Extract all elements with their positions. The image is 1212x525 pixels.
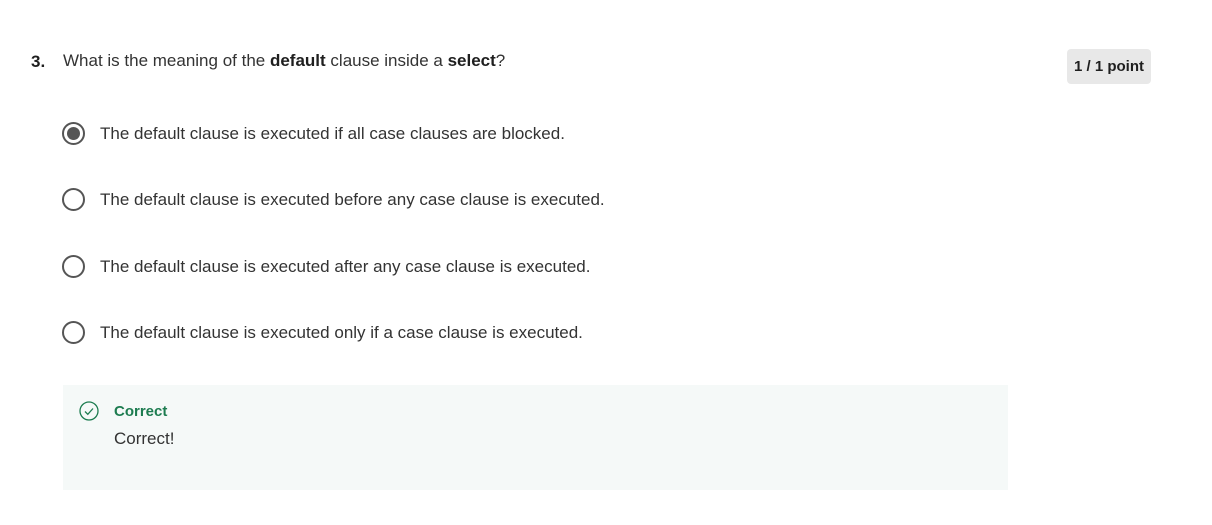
option-label: The default clause is executed only if a…: [100, 322, 583, 342]
option-2[interactable]: The default clause is executed before an…: [62, 188, 605, 211]
option-label: The default clause is executed before an…: [100, 189, 605, 209]
question-number: 3.: [31, 52, 46, 71]
question-text: What is the meaning of the default claus…: [63, 51, 506, 70]
feedback-title: Correct: [114, 403, 168, 420]
feedback-panel: Correct Correct!: [63, 385, 1008, 490]
radio-icon[interactable]: [62, 255, 85, 278]
option-label: The default clause is executed if all ca…: [100, 123, 565, 143]
option-label: The default clause is executed after any…: [100, 256, 591, 276]
radio-selected-icon[interactable]: [62, 122, 85, 145]
option-3[interactable]: The default clause is executed after any…: [62, 255, 590, 278]
check-circle-icon: [79, 401, 99, 421]
radio-icon[interactable]: [62, 321, 85, 344]
option-4[interactable]: The default clause is executed only if a…: [62, 321, 583, 344]
score-badge: 1 / 1 point: [1067, 49, 1151, 84]
option-1[interactable]: The default clause is executed if all ca…: [62, 122, 565, 145]
feedback-message: Correct!: [114, 429, 175, 448]
radio-icon[interactable]: [62, 188, 85, 211]
